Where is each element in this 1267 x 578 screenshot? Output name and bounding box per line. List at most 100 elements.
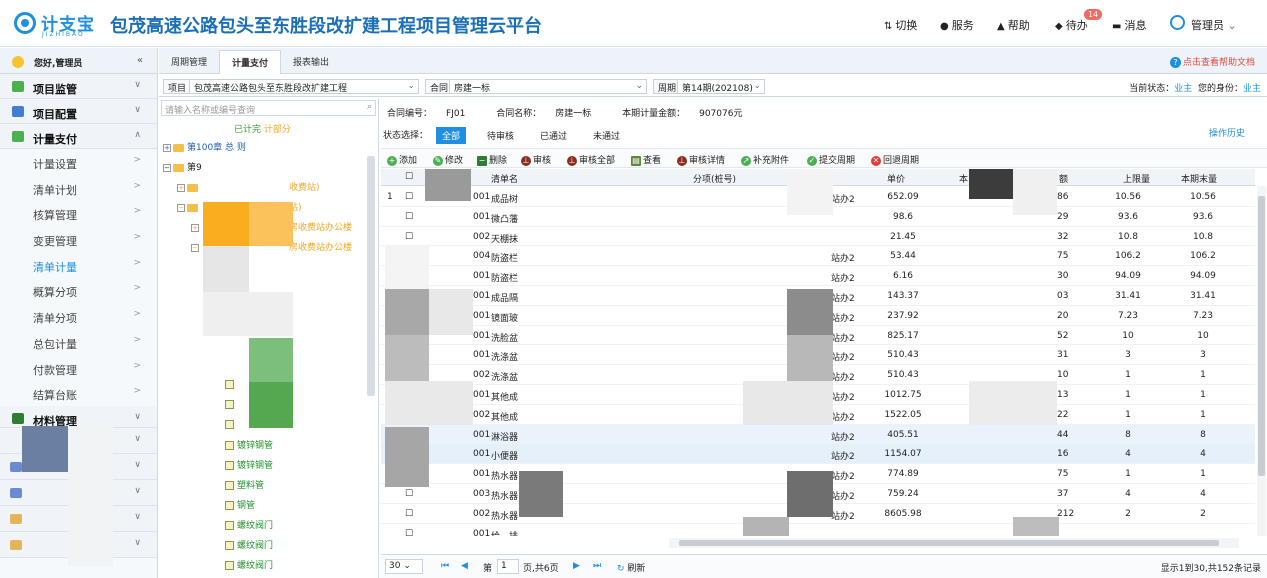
folder-icon: [187, 183, 198, 192]
col-name[interactable]: 清单名: [491, 172, 518, 185]
row-checkbox[interactable]: ☐: [405, 529, 417, 536]
tree-leaf[interactable]: [225, 420, 237, 430]
sidebar-item-settlement[interactable]: 结算台账 >: [0, 380, 157, 406]
sidebar-item-payment-mgmt[interactable]: 付款管理 >: [0, 355, 157, 381]
row-checkbox[interactable]: ☐: [405, 489, 417, 499]
audit-detail-button[interactable]: ⊥ 审核详情: [677, 153, 725, 166]
row-checkbox[interactable]: ☐: [405, 509, 417, 519]
col-current[interactable]: 本: [959, 172, 968, 185]
prev-page-button[interactable]: ◀: [461, 561, 468, 571]
chevron-down-icon: ∨: [134, 537, 141, 548]
sidebar-group-project-config[interactable]: 项目配置 ∨: [0, 99, 157, 124]
last-page-button[interactable]: ⏭: [593, 561, 601, 571]
sidebar-item-settings[interactable]: 计量设置 >: [0, 149, 157, 175]
tree-scrollbar[interactable]: [367, 156, 375, 396]
row-checkbox[interactable]: ☐: [405, 192, 417, 202]
nav-service[interactable]: ● 服务: [940, 17, 974, 33]
check-icon: ✓: [807, 155, 817, 166]
table-row[interactable]: ☐001淋浴器站办2405.514488: [381, 424, 1255, 445]
help-doc-link[interactable]: ? 点击查看帮助文档: [1169, 55, 1255, 68]
status-tab-pending[interactable]: 待审核: [481, 127, 520, 144]
table-row[interactable]: ☐001小便器站办21154.071644: [381, 444, 1255, 465]
user-avatar[interactable]: [1170, 15, 1185, 30]
page-size-select[interactable]: 30 ⌄: [385, 559, 423, 574]
sidebar-group-project-monitor[interactable]: 项目监管 ∨: [0, 74, 157, 99]
grid-horizontal-scrollbar[interactable]: [669, 538, 1239, 548]
user-menu[interactable]: 管理员 ⌄: [1191, 17, 1237, 33]
add-button[interactable]: + 添加: [387, 153, 417, 166]
current-status: 当前状态：业主 您的身份：业主: [1129, 84, 1261, 94]
redacted-block: [203, 202, 249, 246]
col-limit[interactable]: 上限量: [1123, 172, 1150, 185]
tree-node[interactable]: + 第100章 总 则: [163, 140, 246, 153]
col-period-end[interactable]: 本期末量: [1181, 172, 1217, 185]
sidebar-item-change[interactable]: 变更管理 >: [0, 226, 157, 252]
refresh-button[interactable]: ↻ 刷新: [617, 561, 645, 574]
delete-button[interactable]: − 删除: [477, 153, 507, 166]
row-checkbox[interactable]: ☐: [405, 212, 417, 222]
tree-leaf[interactable]: 镀锌钢管: [225, 458, 273, 471]
tree-node[interactable]: − 第9: [163, 160, 202, 173]
table-row[interactable]: ☐004防盗栏站办253.4475106.2106.2: [381, 246, 1255, 267]
tree-leaf[interactable]: 螺纹阀门: [225, 558, 273, 571]
project-select[interactable]: 包茂高速公路包头至东胜段改扩建工程 ⌄: [189, 79, 419, 94]
tree-leaf[interactable]: 螺纹阀门: [225, 538, 273, 551]
sidebar-item-bill-measure[interactable]: 清单计量 >: [0, 252, 157, 278]
tab-payment[interactable]: 计量支付: [219, 50, 282, 74]
tree-leaf[interactable]: 钢管: [225, 498, 255, 511]
tree-leaf[interactable]: [225, 380, 237, 390]
grid-vertical-scrollbar[interactable]: [1257, 186, 1266, 536]
status-tab-passed[interactable]: 已通过: [534, 127, 573, 144]
col-amount[interactable]: 额: [1059, 172, 1068, 185]
operation-history-link[interactable]: 操作历史: [1209, 126, 1245, 139]
redacted-block: [429, 289, 473, 335]
chevron-down-icon: ⌄: [407, 81, 415, 91]
logo[interactable]: 计支宝 JIZHIBAO: [14, 10, 96, 38]
cell-code: 002: [473, 508, 491, 519]
sidebar-item-accounting[interactable]: 核算管理 >: [0, 200, 157, 226]
audit-all-button[interactable]: ⊥ 审核全部: [567, 153, 615, 166]
col-price[interactable]: 单价: [887, 172, 905, 185]
collapse-icon[interactable]: «: [137, 55, 143, 66]
period-select[interactable]: 第14期(202108) ⌄: [677, 79, 765, 94]
edit-button[interactable]: ✎ 修改: [433, 153, 463, 166]
table-row[interactable]: ☐ 002 天棚抹 21.45 32 10.8 10.8: [381, 227, 1255, 247]
attachment-button[interactable]: ↗ 补充附件: [741, 153, 789, 166]
nav-todo[interactable]: ◆ 待办: [1055, 17, 1088, 33]
tree-leaf[interactable]: [225, 400, 237, 410]
contract-select[interactable]: 房建一标 ⌄: [449, 79, 647, 94]
page-number-input[interactable]: 1: [497, 559, 519, 574]
tree-leaf[interactable]: 塑料管: [225, 478, 264, 491]
status-tab-all[interactable]: 全部: [436, 127, 467, 144]
cell-name: 天棚抹: [491, 234, 519, 245]
tree-leaf[interactable]: 镀锌钢管: [225, 438, 273, 451]
sidebar-item-bill-item[interactable]: 清单分项 >: [0, 303, 157, 329]
sidebar-group-payment[interactable]: 计量支付 ∧: [0, 124, 157, 149]
tab-period-mgmt[interactable]: 周期管理: [171, 55, 207, 68]
rollback-period-button[interactable]: ✕ 回退周期: [871, 153, 919, 166]
nav-message[interactable]: ▬ 消息: [1112, 17, 1146, 33]
submit-period-button[interactable]: ✓ 提交周期: [807, 153, 855, 166]
table-row[interactable]: ☐001防盗栏站办26.163094.0994.09: [381, 266, 1255, 286]
redacted-block: [385, 427, 429, 487]
table-row[interactable]: ☐ 001给、排: [381, 524, 1255, 536]
next-page-button[interactable]: ▶: [573, 561, 580, 571]
nav-switch[interactable]: ⇅ 切换: [884, 17, 917, 33]
page-prefix: 第: [483, 564, 493, 574]
status-tab-rejected[interactable]: 未通过: [587, 127, 626, 144]
tree-leaf[interactable]: 螺纹阀门: [225, 518, 273, 531]
tab-report-output[interactable]: 报表输出: [293, 55, 329, 68]
sidebar-item-budget-item[interactable]: 概算分项 >: [0, 277, 157, 303]
col-part[interactable]: 分项(桩号): [693, 172, 736, 185]
tree-node[interactable]: + 收费站): [177, 180, 320, 193]
sidebar-item-plan[interactable]: 清单计划 >: [0, 175, 157, 201]
sidebar-item-general-measure[interactable]: 总包计量 >: [0, 329, 157, 355]
audit-button[interactable]: ⊥ 审核: [521, 153, 551, 166]
tree-search-input[interactable]: 请输入名称或编号查询 ⌕: [161, 100, 376, 116]
view-button[interactable]: ▤ 查看: [631, 153, 661, 166]
select-all-checkbox[interactable]: ☐: [403, 172, 415, 182]
row-checkbox[interactable]: ☐: [405, 232, 417, 242]
sidebar-group-material[interactable]: 材料管理 ∨: [0, 405, 157, 428]
first-page-button[interactable]: ⏮: [441, 561, 449, 571]
nav-help[interactable]: ▲ 帮助: [997, 17, 1030, 33]
